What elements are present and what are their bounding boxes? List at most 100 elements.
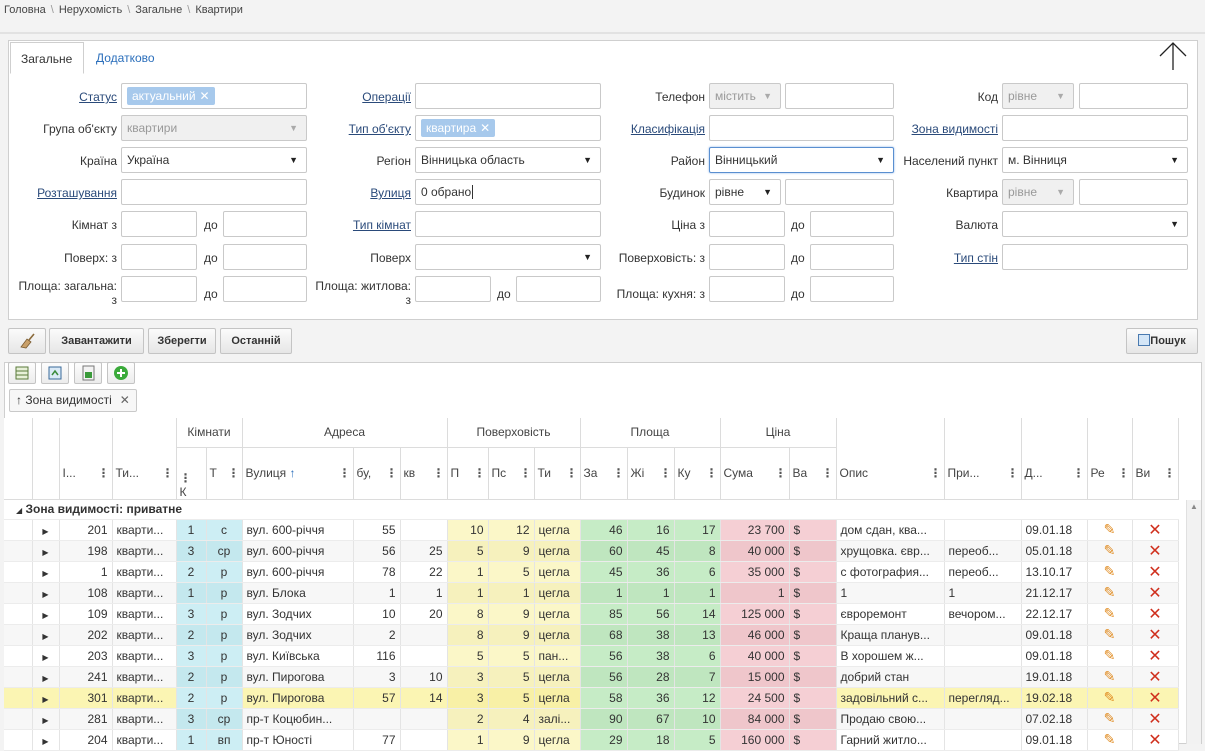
tab-general[interactable]: Загальне — [10, 42, 84, 74]
expand-row-icon[interactable]: ▶ — [42, 590, 48, 599]
collapse-triangle-icon[interactable]: ◢ — [16, 506, 22, 515]
code-field[interactable] — [1079, 83, 1188, 109]
column-header[interactable]: Опис ⋮ — [836, 447, 945, 500]
expand-row-icon[interactable]: ▶ — [42, 653, 48, 662]
column-header[interactable]: кв ⋮ — [400, 447, 448, 500]
floor-select[interactable]: ▼ — [415, 244, 601, 270]
delete-icon[interactable]: ✕ — [1148, 627, 1161, 644]
breadcrumb-general[interactable]: Загальне — [135, 4, 182, 16]
load-button[interactable]: Завантажити — [49, 328, 144, 354]
group-select[interactable]: квартири ▼ — [121, 115, 307, 141]
phone-mode-select[interactable]: містить ▼ — [709, 83, 781, 109]
column-header[interactable]: Пс ⋮ — [488, 447, 535, 500]
edit-pencil-icon[interactable]: ✎ — [1104, 689, 1116, 705]
column-header[interactable]: За ⋮ — [580, 447, 628, 500]
delete-icon[interactable]: ✕ — [1148, 648, 1161, 665]
expand-row-icon[interactable]: ▶ — [42, 716, 48, 725]
expand-row-icon[interactable]: ▶ — [42, 611, 48, 620]
expand-row-icon[interactable]: ▶ — [42, 737, 48, 746]
last-button[interactable]: Останній — [220, 328, 292, 354]
table-row[interactable]: ▶ 241 кварти... 2 р вул. Пирогова 3 10 3 5 цегла 56… — [4, 666, 1179, 688]
delete-icon[interactable]: ✕ — [1148, 606, 1161, 623]
delete-icon[interactable]: ✕ — [1148, 522, 1161, 539]
area-total-from-field[interactable] — [121, 276, 197, 302]
column-header[interactable]: Ку ⋮ — [674, 447, 721, 500]
save-button[interactable]: Зберегти — [148, 328, 216, 354]
price-to-field[interactable] — [810, 211, 894, 237]
column-header[interactable]: Д... ⋮ — [1021, 447, 1088, 500]
column-header[interactable]: Т ⋮ — [206, 447, 243, 500]
delete-icon[interactable]: ✕ — [1148, 711, 1161, 728]
area-living-to-field[interactable] — [516, 276, 601, 302]
operations-label[interactable]: Операції — [315, 87, 411, 107]
grid-export-icon[interactable] — [41, 362, 69, 384]
close-icon[interactable]: ✕ — [120, 393, 130, 407]
area-kitchen-to-field[interactable] — [810, 276, 894, 302]
expand-row-icon[interactable]: ▶ — [42, 674, 48, 683]
edit-pencil-icon[interactable]: ✎ — [1104, 710, 1116, 726]
edit-pencil-icon[interactable]: ✎ — [1104, 521, 1116, 537]
column-header[interactable]: Ви ⋮ — [1132, 447, 1179, 500]
operations-field[interactable] — [415, 83, 601, 109]
area-kitchen-from-field[interactable] — [709, 276, 785, 302]
column-header[interactable]: Ва ⋮ — [789, 447, 837, 500]
floors-from-field[interactable] — [709, 244, 785, 270]
location-field[interactable] — [121, 179, 307, 205]
vertical-scrollbar[interactable]: ▲ — [1186, 500, 1201, 744]
status-label[interactable]: Статус — [20, 87, 117, 107]
table-row[interactable]: ▶ 204 кварти... 1 вп пр-т Юності 77 1 9 цегла 29 18… — [4, 729, 1179, 751]
currency-select[interactable]: ▼ — [1002, 211, 1188, 237]
country-select[interactable]: Україна ▼ — [121, 147, 307, 173]
delete-icon[interactable]: ✕ — [1148, 543, 1161, 560]
settlement-select[interactable]: м. Вінниця ▼ — [1002, 147, 1188, 173]
expand-row-icon[interactable]: ▶ — [42, 527, 48, 536]
clear-filter-button[interactable] — [8, 328, 46, 354]
tab-extra[interactable]: Додатково — [86, 42, 165, 74]
apartment-field[interactable] — [1079, 179, 1188, 205]
status-field[interactable]: актуальний ✕ — [121, 83, 307, 109]
classification-field[interactable] — [709, 115, 894, 141]
room-type-field[interactable] — [415, 211, 601, 237]
region-select[interactable]: Вінницька область ▼ — [415, 147, 601, 173]
table-row[interactable]: ▶ 201 кварти... 1 с вул. 600-річчя 55 10 12 цегла… — [4, 519, 1179, 541]
grid-excel-icon[interactable] — [74, 362, 102, 384]
table-row[interactable]: ▶ 301 кварти... 2 р вул. Пирогова 57 14 3 5 цегла 5… — [4, 687, 1179, 709]
area-living-from-field[interactable] — [415, 276, 491, 302]
edit-pencil-icon[interactable]: ✎ — [1104, 647, 1116, 663]
object-type-label[interactable]: Тип об'єкту — [315, 119, 411, 139]
table-row[interactable]: ▶ 281 кварти... 3 ср пр-т Коцюбин... 2 4 залі...… — [4, 708, 1179, 730]
apartment-mode-select[interactable]: рівне ▼ — [1002, 179, 1074, 205]
column-header[interactable]: бу, ⋮ — [353, 447, 401, 500]
grid-settings-icon[interactable] — [8, 362, 36, 384]
edit-pencil-icon[interactable]: ✎ — [1104, 731, 1116, 747]
column-header[interactable]: При... ⋮ — [944, 447, 1022, 500]
building-mode-select[interactable]: рівне ▼ — [709, 179, 781, 205]
expand-row-icon[interactable]: ▶ — [42, 632, 48, 641]
code-mode-select[interactable]: рівне ▼ — [1002, 83, 1074, 109]
column-header[interactable]: П ⋮ — [447, 447, 489, 500]
delete-icon[interactable]: ✕ — [1148, 585, 1161, 602]
table-row[interactable]: ▶ 1 кварти... 2 р вул. 600-річчя 78 22 1 5 цегла 45… — [4, 561, 1179, 583]
edit-pencil-icon[interactable]: ✎ — [1104, 605, 1116, 621]
edit-pencil-icon[interactable]: ✎ — [1104, 668, 1116, 684]
column-header[interactable]: І... ⋮ — [59, 447, 113, 500]
table-row[interactable]: ▶ 109 кварти... 3 р вул. Зодчих 10 20 8 9 цегла 85 5… — [4, 603, 1179, 625]
column-header[interactable]: Сума ⋮ — [720, 447, 790, 500]
wall-type-field[interactable] — [1002, 244, 1188, 270]
column-header[interactable]: Жі ⋮ — [627, 447, 675, 500]
table-row[interactable]: ▶ 203 кварти... 3 р вул. Київська 116 5 5 пан... 5… — [4, 645, 1179, 667]
search-button[interactable]: Пошук — [1126, 328, 1198, 354]
street-field[interactable]: 0 обрано — [415, 179, 601, 205]
chip-remove-icon[interactable]: ✕ — [480, 121, 490, 135]
edit-pencil-icon[interactable]: ✎ — [1104, 626, 1116, 642]
chip-remove-icon[interactable]: ✕ — [200, 89, 210, 103]
classification-label[interactable]: Класифікація — [610, 119, 705, 139]
column-header[interactable]: Ти ⋮ — [534, 447, 581, 500]
group-by-chip[interactable]: ↑ Зона видимості ✕ — [9, 389, 137, 412]
edit-pencil-icon[interactable]: ✎ — [1104, 584, 1116, 600]
area-total-to-field[interactable] — [223, 276, 307, 302]
edit-pencil-icon[interactable]: ✎ — [1104, 542, 1116, 558]
street-label[interactable]: Вулиця — [315, 183, 411, 203]
edit-pencil-icon[interactable]: ✎ — [1104, 563, 1116, 579]
building-field[interactable] — [785, 179, 894, 205]
